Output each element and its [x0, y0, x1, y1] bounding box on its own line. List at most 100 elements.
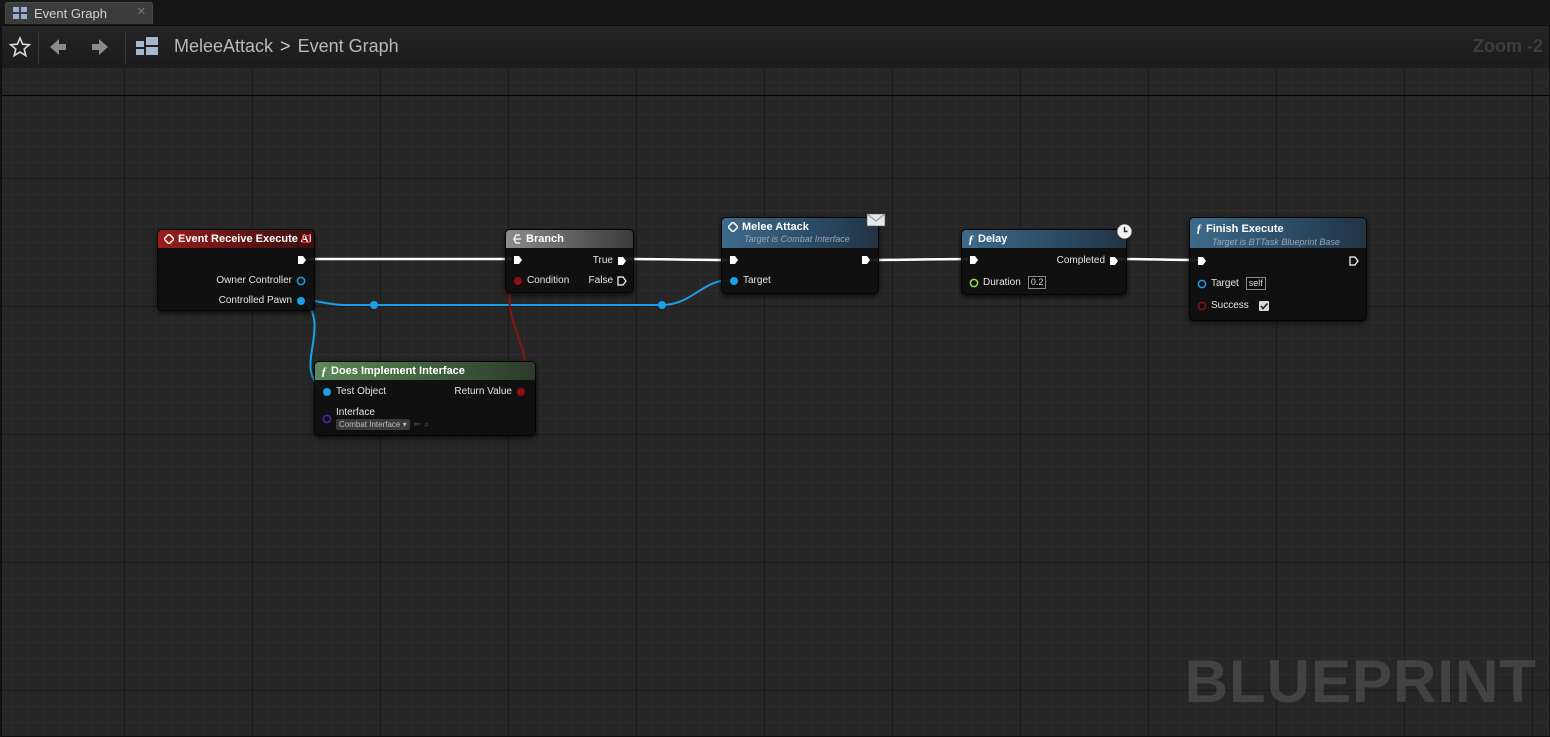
- zoom-level: Zoom -2: [1473, 36, 1543, 56]
- node-title: Finish Execute: [1206, 222, 1284, 235]
- object-pin-icon[interactable]: [1197, 279, 1207, 289]
- exec-wire: [623, 257, 731, 262]
- event-diamond-icon: [728, 222, 738, 232]
- graph-icon: [13, 7, 27, 19]
- pin-label: Duration: [983, 277, 1021, 288]
- pin-label: False: [588, 275, 613, 286]
- exec-out-pin-icon[interactable]: [1349, 256, 1359, 266]
- pin-success[interactable]: Success: [1197, 300, 1269, 311]
- node-title: Does Implement Interface: [331, 365, 465, 377]
- event-diamond-icon: [164, 234, 174, 244]
- exec-in-pin-icon[interactable]: [1197, 256, 1207, 266]
- node-does-implement-interface[interactable]: ƒ Does Implement Interface Test Object R…: [314, 361, 536, 436]
- toolbar-divider: [38, 32, 39, 64]
- exec-out-pin-icon[interactable]: [1109, 256, 1119, 266]
- clock-icon: [1116, 223, 1133, 240]
- toolbar-divider: [125, 32, 126, 64]
- exec-in-pin-icon[interactable]: [729, 255, 739, 265]
- node-event-receive-execute-ai[interactable]: Event Receive Execute AI Owner Controlle…: [157, 229, 315, 311]
- duration-input[interactable]: 0.2: [1027, 276, 1047, 289]
- node-title: Delay: [978, 233, 1008, 245]
- envelope-icon: [866, 213, 886, 227]
- exec-wire: [1116, 257, 1199, 262]
- object-pin-icon[interactable]: [296, 296, 306, 306]
- breadcrumb-root[interactable]: MeleeAttack: [174, 36, 273, 57]
- node-header: ƒ Finish Execute Target is BTTask Bluepr…: [1190, 218, 1366, 248]
- pin-label: Condition: [527, 275, 570, 286]
- tab-bar: Event Graph ✕: [0, 0, 1550, 25]
- pin-controlled-pawn[interactable]: Controlled Pawn: [215, 295, 306, 306]
- back-arrow-icon[interactable]: [46, 35, 70, 59]
- exec-out-pin-icon[interactable]: [297, 255, 307, 265]
- forward-arrow-icon[interactable]: [88, 35, 112, 59]
- node-header: Event Receive Execute AI: [158, 230, 314, 248]
- success-checkbox[interactable]: [1258, 300, 1269, 311]
- node-header: ƒ Does Implement Interface: [315, 362, 535, 380]
- exec-in-pin-icon[interactable]: [513, 255, 523, 265]
- node-header: Branch: [506, 230, 633, 248]
- checkmark-icon: [1260, 302, 1268, 310]
- pin-label: True: [592, 255, 613, 266]
- pin-label: Target: [1211, 278, 1239, 289]
- interface-dropdown[interactable]: Combat Interface ▾: [336, 419, 410, 430]
- node-subtitle: Target is BTTask Blueprint Base: [1212, 237, 1340, 247]
- reroute-knot: [658, 301, 666, 309]
- branch-icon: [513, 234, 521, 244]
- breadcrumb: MeleeAttack > Event Graph: [174, 36, 399, 57]
- browse-search-icon[interactable]: ⌕: [424, 419, 429, 430]
- breadcrumb-current: Event Graph: [297, 36, 399, 56]
- pin-target[interactable]: Target: [729, 275, 775, 286]
- float-pin-icon[interactable]: [969, 278, 979, 288]
- object-pin-icon[interactable]: [729, 276, 739, 286]
- node-finish-execute[interactable]: ƒ Finish Execute Target is BTTask Bluepr…: [1189, 217, 1367, 321]
- graph-canvas[interactable]: Event Receive Execute AI Owner Controlle…: [2, 68, 1549, 736]
- function-icon: ƒ: [1196, 221, 1202, 235]
- pin-label: Controlled Pawn: [218, 295, 292, 306]
- pin-duration[interactable]: Duration 0.2: [969, 276, 1047, 289]
- object-pin-icon[interactable]: [322, 387, 332, 397]
- pin-label: Return Value: [454, 386, 512, 397]
- pin-interface[interactable]: Interface Combat Interface ▾ ⇐ ⌕: [322, 407, 429, 430]
- graph-editor-window: MeleeAttack > Event Graph Zoom -2 Event …: [1, 25, 1550, 737]
- bool-pin-icon[interactable]: [516, 387, 526, 397]
- pin-test-object[interactable]: Test Object: [322, 386, 390, 397]
- blueprint-graph-icon: [136, 35, 160, 59]
- exec-wire: [869, 257, 970, 262]
- node-title: Event Receive Execute AI: [178, 233, 312, 245]
- node-subtitle: Target is Combat Interface: [744, 234, 850, 244]
- breadcrumb-separator: >: [280, 36, 291, 56]
- pin-completed[interactable]: Completed: [1053, 255, 1119, 266]
- pin-label: Test Object: [336, 386, 387, 397]
- pin-condition[interactable]: Condition: [513, 275, 573, 286]
- blueprint-watermark: BLUEPRINT: [1184, 648, 1537, 715]
- interface-pin-icon[interactable]: [322, 414, 332, 424]
- exec-out-pin-icon[interactable]: [617, 256, 627, 266]
- pin-return-value[interactable]: Return Value: [450, 386, 526, 397]
- close-icon[interactable]: ✕: [137, 5, 146, 18]
- pin-false[interactable]: False: [585, 275, 627, 286]
- function-icon: ƒ: [968, 231, 974, 246]
- use-selected-arrow-icon[interactable]: ⇐: [414, 419, 422, 430]
- node-melee-attack[interactable]: Melee Attack Target is Combat Interface …: [721, 213, 886, 294]
- graph-toolbar: MeleeAttack > Event Graph Zoom -2: [2, 26, 1549, 68]
- exec-in-pin-icon[interactable]: [969, 255, 979, 265]
- star-icon[interactable]: [8, 35, 32, 59]
- pin-target[interactable]: Target self: [1197, 277, 1266, 290]
- delegate-pin-icon[interactable]: [302, 235, 310, 243]
- bool-pin-icon[interactable]: [1197, 301, 1207, 311]
- function-icon: ƒ: [321, 363, 327, 378]
- exec-out-pin-icon[interactable]: [617, 275, 627, 286]
- exec-out-pin-icon[interactable]: [861, 255, 871, 265]
- pin-label: Success: [1211, 300, 1249, 311]
- node-title: Branch: [526, 233, 564, 245]
- bool-pin-icon[interactable]: [513, 276, 523, 286]
- pin-owner-controller[interactable]: Owner Controller: [212, 275, 306, 286]
- tab-event-graph[interactable]: Event Graph ✕: [5, 2, 153, 24]
- object-pin-icon[interactable]: [296, 276, 306, 286]
- target-input[interactable]: self: [1245, 277, 1266, 290]
- node-branch[interactable]: Branch Condition True False: [505, 229, 634, 293]
- pin-label: Owner Controller: [216, 275, 292, 286]
- pin-true[interactable]: True: [589, 255, 627, 266]
- node-delay[interactable]: ƒ Delay Completed Duration 0.2: [961, 223, 1133, 295]
- pin-label: Completed: [1056, 255, 1105, 266]
